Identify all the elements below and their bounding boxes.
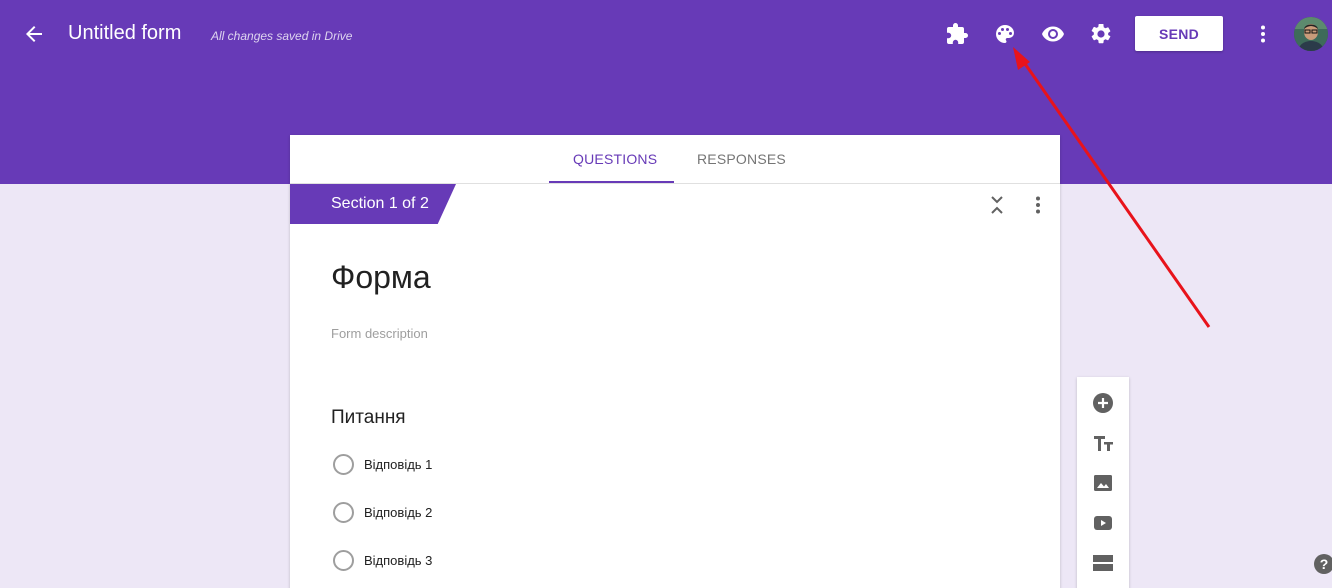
preview-eye-icon[interactable] [1039,20,1067,48]
collapse-section-icon[interactable] [986,193,1008,217]
send-button[interactable]: SEND [1135,16,1223,51]
section-label: Section 1 of 2 [331,195,429,212]
palette-icon[interactable] [991,20,1019,48]
back-arrow-icon[interactable] [20,20,48,48]
add-image-icon[interactable] [1091,471,1115,495]
radio-button[interactable] [333,549,354,571]
add-title-icon[interactable] [1091,431,1115,455]
settings-gear-icon[interactable] [1087,20,1115,48]
section-badge: Section 1 of 2 [290,184,456,224]
addons-icon[interactable] [943,20,971,48]
avatar[interactable] [1294,17,1328,51]
active-tab-indicator [549,181,674,183]
section-more-icon[interactable] [1028,195,1048,215]
option-label[interactable]: Відповідь 1 [364,457,432,472]
question-title[interactable]: Питання [331,407,406,429]
add-video-icon[interactable] [1091,511,1115,535]
radio-button[interactable] [333,501,354,523]
add-question-icon[interactable] [1091,391,1115,415]
side-toolbar [1077,377,1129,588]
save-status: All changes saved in Drive [211,29,353,43]
radio-option: Відповідь 2 [333,501,432,523]
radio-button[interactable] [333,453,354,475]
option-label[interactable]: Відповідь 2 [364,505,432,520]
tab-bar: QUESTIONS RESPONSES [290,135,1060,184]
form-title[interactable]: Untitled form [68,22,181,45]
radio-option: Відповідь 1 [333,453,432,475]
form-heading[interactable]: Форма [331,259,431,296]
tab-responses[interactable]: RESPONSES [697,151,786,167]
tab-questions[interactable]: QUESTIONS [573,151,657,167]
radio-option: Відповідь 3 [333,549,432,571]
add-section-icon[interactable] [1091,551,1115,575]
form-card: QUESTIONS RESPONSES Section 1 of 2 Форма… [290,135,1060,588]
option-label[interactable]: Відповідь 3 [364,553,432,568]
more-vert-icon[interactable] [1249,20,1277,48]
help-icon[interactable]: ? [1314,554,1332,574]
form-description-field[interactable]: Form description [331,326,428,341]
